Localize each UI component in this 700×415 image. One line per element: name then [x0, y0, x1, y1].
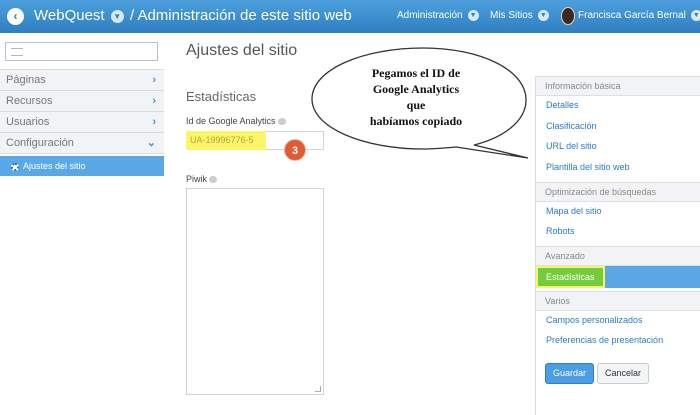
chevron-down-icon: ⌄	[146, 137, 156, 149]
save-button[interactable]: Guardar	[545, 363, 594, 384]
resize-handle-icon[interactable]	[315, 386, 321, 392]
section-header-avanzado: Avanzado	[536, 246, 700, 266]
link-clasificacion[interactable]: Clasificación	[546, 121, 597, 131]
app-title: WebQuest ▼ / Administración de este siti…	[34, 7, 352, 24]
link-preferencias[interactable]: Preferencias de presentación	[546, 335, 663, 345]
user-name: Francisca García Bernal	[578, 10, 686, 22]
link-mapa-sitio[interactable]: Mapa del sitio	[546, 206, 602, 216]
section-header-informacion: Información básica	[536, 76, 700, 96]
sidebar-item-usuarios[interactable]: Usuarios ›	[0, 111, 164, 132]
chevron-right-icon: ›	[152, 116, 156, 128]
avatar[interactable]	[561, 7, 575, 25]
help-icon[interactable]	[209, 176, 218, 184]
sidebar-item-paginas[interactable]: Páginas ›	[0, 69, 164, 90]
bubble-line-2: Google Analytics	[373, 82, 460, 96]
ga-label: Id de Google Analytics	[186, 116, 286, 126]
back-arrow-icon[interactable]: ‹	[7, 8, 24, 25]
chevron-down-icon[interactable]: ▼	[110, 9, 124, 23]
user-menu[interactable]: Francisca García Bernal ▼	[578, 10, 700, 21]
site-name[interactable]: WebQuest	[34, 7, 105, 24]
bubble-line-4: habíamos copiado	[370, 114, 462, 128]
sidebar-item-configuracion[interactable]: Configuración ⌄	[0, 132, 164, 154]
link-estadisticas[interactable]: Estadísticas	[536, 266, 605, 288]
admin-menu[interactable]: Administración ▼	[397, 10, 479, 21]
sidebar-item-ajustes[interactable]: Ajustes del sitio	[0, 156, 164, 176]
sites-menu-label: Mis Sitios	[490, 10, 533, 22]
sidebar-item-label: Ajustes del sitio	[23, 161, 86, 171]
sidebar-item-recursos[interactable]: Recursos ›	[0, 90, 164, 111]
help-icon[interactable]	[277, 118, 286, 126]
piwik-label: Piwik	[186, 174, 218, 184]
step-badge-3: 3	[284, 139, 306, 161]
title-suffix: / Administración de este sitio web	[129, 7, 352, 24]
sidebar-item-label: Páginas	[6, 74, 46, 86]
sidebar-item-label: Usuarios	[6, 116, 50, 128]
chevron-right-icon: ›	[152, 74, 156, 86]
link-campos-personalizados[interactable]: Campos personalizados	[546, 315, 643, 325]
chevron-down-icon: ▼	[537, 10, 549, 21]
section-title: Estadísticas	[186, 89, 257, 104]
annotation-bubble: Pegamos el ID de Google Analytics que ha…	[311, 47, 529, 159]
search-input[interactable]	[5, 42, 158, 61]
link-detalles[interactable]: Detalles	[546, 100, 579, 110]
sites-menu[interactable]: Mis Sitios ▼	[490, 10, 549, 21]
chevron-down-icon: ▼	[467, 10, 479, 21]
link-plantilla[interactable]: Plantilla del sitio web	[546, 162, 630, 172]
top-bar: ‹ WebQuest ▼ / Administración de este si…	[0, 0, 700, 33]
gear-icon	[11, 162, 19, 171]
ga-label-text: Id de Google Analytics	[186, 116, 276, 126]
sidebar: Páginas › Recursos › Usuarios › Configur…	[0, 33, 164, 415]
sidebar-item-label: Configuración	[6, 137, 74, 149]
section-header-optimizacion: Optimización de búsquedas	[536, 182, 700, 202]
page-title: Ajustes del sitio	[186, 42, 298, 59]
cancel-button[interactable]: Cancelar	[597, 363, 649, 384]
chevron-right-icon: ›	[152, 95, 156, 107]
bubble-line-1: Pegamos el ID de	[372, 66, 461, 80]
menu-lines-icon	[11, 48, 23, 56]
sidebar-item-label: Recursos	[6, 95, 53, 107]
admin-menu-label: Administración	[397, 10, 463, 22]
link-url-sitio[interactable]: URL del sitio	[546, 141, 597, 151]
piwik-textarea[interactable]	[186, 188, 324, 395]
bubble-line-3: que	[407, 98, 426, 112]
chevron-down-icon: ▼	[690, 10, 700, 21]
ga-value[interactable]: UA-19996776-5	[186, 131, 266, 150]
section-header-varios: Varios	[536, 291, 700, 311]
link-robots[interactable]: Robots	[546, 226, 575, 236]
piwik-label-text: Piwik	[186, 174, 208, 184]
